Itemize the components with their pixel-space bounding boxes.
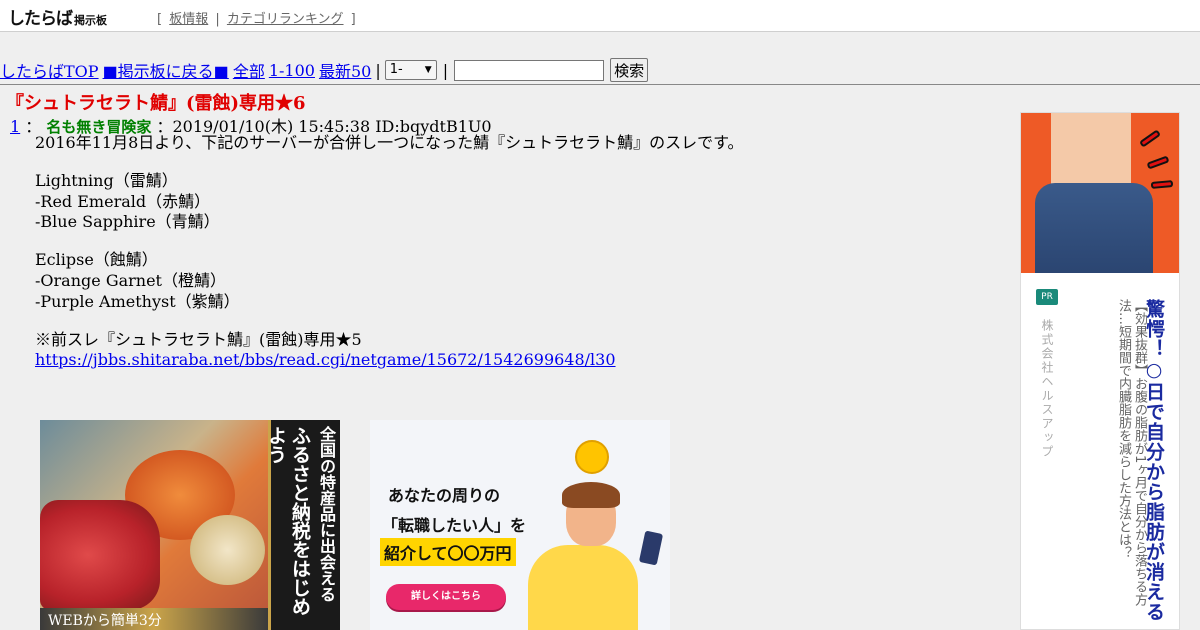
ad-side-text-2: ふるさと納税をはじめよう <box>265 426 311 616</box>
ad-side-panel: 全国の特産品に出会える ふるさと納税をはじめよう <box>265 420 340 630</box>
range-1-100-link[interactable]: 1-100 <box>269 61 315 80</box>
pr-badge: PR <box>1036 289 1058 305</box>
search-input[interactable] <box>454 59 605 81</box>
previous-thread-link[interactable]: https://jbbs.shitaraba.net/bbs/read.cgi/… <box>35 350 616 369</box>
nav-divider <box>0 84 1200 85</box>
sidebar-ad[interactable]: PR 株式会社ヘルスアップ 驚愕！○日で自分から脂肪が消える 【効果抜群】お腹の… <box>1020 112 1180 630</box>
post-line: -Blue Sapphire（青鯖） <box>35 212 220 232</box>
ad-tuna-image <box>40 500 160 610</box>
post-line: ※前スレ『シュトラセラト鯖』(雷蝕)専用★5 <box>35 329 362 349</box>
thread-nav: したらばTOP ■掲示板に戻る■ 全部 1-100 最新50 | 1- ▼ | … <box>0 56 649 84</box>
ad-line-2: 「転職したい人」を <box>382 516 527 535</box>
ad-jeans-image <box>1021 113 1179 273</box>
ad-line-1: あなたの周りの <box>388 486 501 505</box>
site-logo[interactable]: したらば 掲示板 <box>8 4 107 29</box>
phone-icon <box>638 530 664 566</box>
thread-title: 『シュトラセラト鯖』(雷蝕)専用★6 <box>6 93 306 114</box>
ad-description: 【効果抜群】お腹の脂肪が1ヶ月で自分から落ちる方法…短期間で内臓脂肪を減らした方… <box>1116 299 1147 607</box>
post-line: Eclipse（蝕鯖） <box>35 250 158 270</box>
latest-50-link[interactable]: 最新50 <box>319 58 371 82</box>
ad-person-hair <box>562 482 620 508</box>
category-ranking-link[interactable]: カテゴリランキング <box>227 12 344 27</box>
post-number-link[interactable]: 1 <box>10 117 20 136</box>
chevron-down-icon: ▼ <box>424 65 432 75</box>
ad-person-body <box>528 545 638 630</box>
post-line: 2016年11月8日より、下記のサーバーが合併し一つになった鯖『シュトラセラト鯖… <box>35 133 744 152</box>
shitaraba-top-link[interactable]: したらばTOP <box>0 58 99 82</box>
nav-separator: | <box>442 60 449 80</box>
emphasis-mark-icon <box>1146 155 1170 170</box>
bracket-close: ] <box>350 12 356 27</box>
emphasis-mark-icon <box>1150 180 1174 189</box>
back-to-board-link[interactable]: ■掲示板に戻る■ <box>103 58 229 82</box>
post-body: 2016年11月8日より、下記のサーバーが合併し一つになった鯖『シュトラセラト鯖… <box>35 133 744 371</box>
ad-side-text-1: 全国の特産品に出会える <box>317 426 336 602</box>
ad-details-button[interactable]: 詳しくはこちら <box>386 584 506 610</box>
all-posts-link[interactable]: 全部 <box>233 58 265 82</box>
nav-separator: | <box>375 60 381 80</box>
post-line: -Orange Garnet（橙鯖） <box>35 270 226 290</box>
site-header: したらば 掲示板 [ 板情報 | カテゴリランキング ] <box>0 0 1200 32</box>
ad-company: 株式会社ヘルスアップ <box>1040 319 1054 459</box>
post-line: Lightning（雷鯖） <box>35 170 178 190</box>
header-links: [ 板情報 | カテゴリランキング ] <box>154 8 359 27</box>
post-line: -Purple Amethyst（紫鯖） <box>35 291 240 311</box>
ad-shell-image <box>190 515 265 585</box>
bracket-open: [ <box>157 12 163 27</box>
range-select-value: 1- <box>389 62 403 77</box>
board-info-link[interactable]: 板情報 <box>169 12 208 27</box>
search-button[interactable]: 検索 <box>610 58 649 82</box>
link-divider: | <box>215 12 220 27</box>
ad-line-3: 紹介して〇〇万円 <box>380 538 516 566</box>
lightbulb-icon <box>575 440 609 474</box>
ad-jeans-shape <box>1035 183 1153 273</box>
emphasis-mark-icon <box>1138 129 1162 148</box>
furusato-tax-ad[interactable]: WEBから簡単3分 全国の特産品に出会える ふるさと納税をはじめよう <box>40 420 340 630</box>
range-select[interactable]: 1- ▼ <box>384 60 437 80</box>
logo-subtext: 掲示板 <box>74 14 107 27</box>
job-referral-ad[interactable]: あなたの周りの 「転職したい人」を 紹介して〇〇万円 詳しくはこちら <box>370 420 670 630</box>
post-line: -Red Emerald（赤鯖） <box>35 191 211 211</box>
logo-text: したらば <box>8 9 73 29</box>
ad-bottom-text: WEBから簡単3分 <box>48 613 162 629</box>
